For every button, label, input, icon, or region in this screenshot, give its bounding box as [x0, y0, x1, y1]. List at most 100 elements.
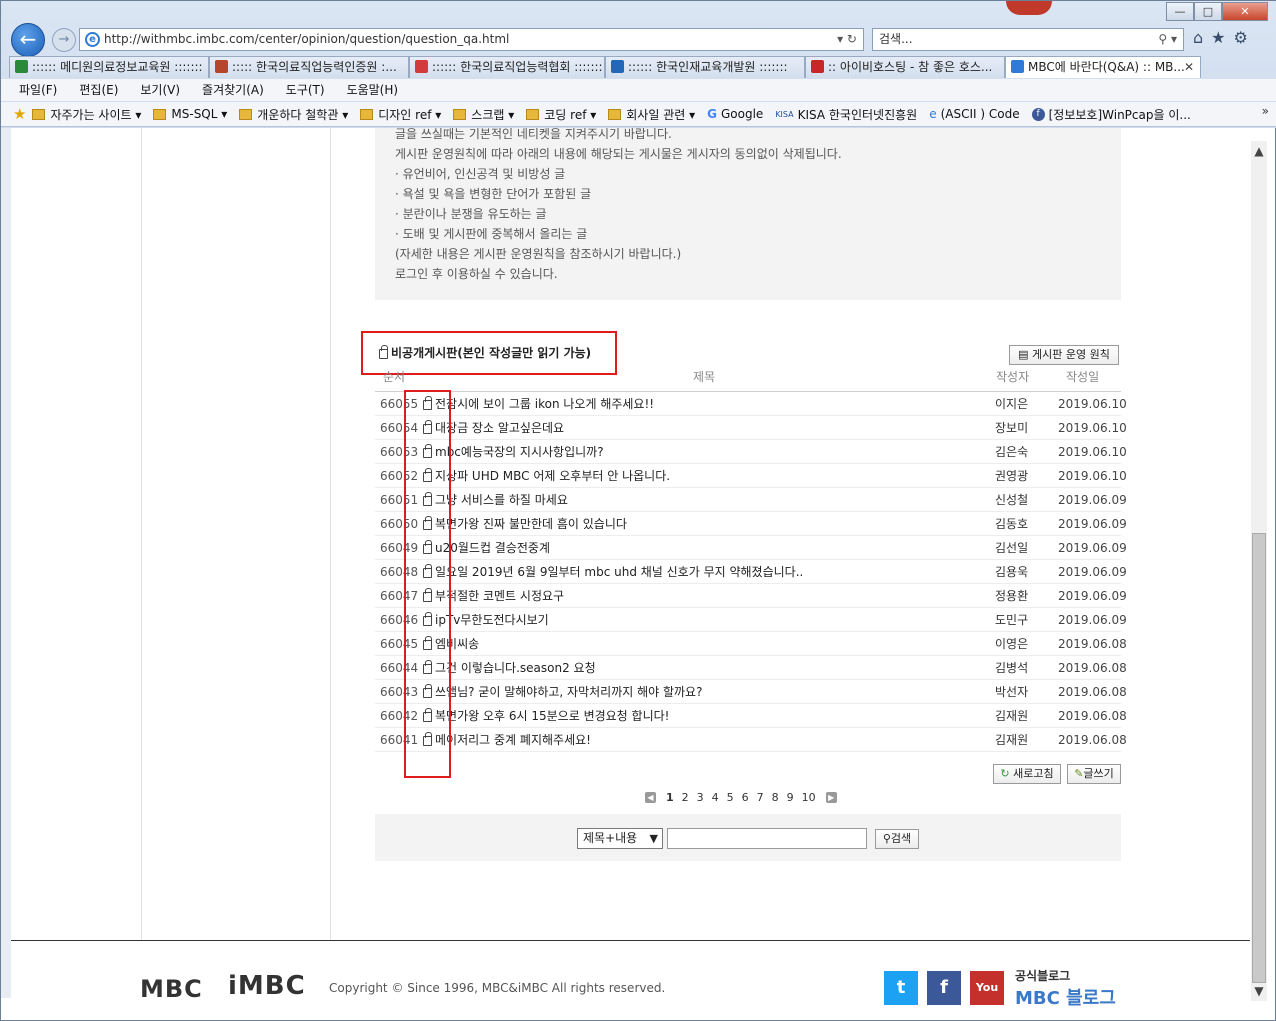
fav-item[interactable]: MS-SQL ▾ — [153, 107, 227, 121]
favorites-star-icon[interactable]: ★ — [13, 105, 26, 123]
tab-4[interactable]: :::::: 한국인재교육개발원 ::::::: — [605, 56, 805, 78]
blog-logo: MBC 블로그 — [1015, 988, 1116, 1009]
back-arrow-icon[interactable]: ← — [11, 23, 45, 57]
tab-5[interactable]: :: 아이비호스팅 - 참 좋은 호스... — [805, 56, 1005, 78]
menu-favorites[interactable]: 즐겨찾기(A) — [202, 79, 264, 101]
fav-item-kisa[interactable]: KISA KISA 한국인터넷진흥원 — [775, 106, 917, 123]
page-4[interactable]: 4 — [712, 791, 719, 804]
post-author: 이영은 — [995, 637, 1029, 651]
menu-tools[interactable]: 도구(T) — [286, 79, 325, 101]
page-viewport: 글을 쓰실때는 기본적인 네티켓을 지켜주시기 바랍니다. 게시판 운영원칙에 … — [11, 128, 1250, 941]
scroll-down-icon[interactable]: ▼ — [1251, 981, 1267, 1001]
favorites-bar: ★ 자주가는 사이트 ▾ MS-SQL ▾ 개운하다 철학관 ▾ 디자인 ref… — [1, 102, 1276, 127]
tab-3[interactable]: :::::: 한국의료직업능력협회 ::::::: — [409, 56, 605, 78]
google-icon: G — [707, 107, 717, 121]
fav-item[interactable]: 개운하다 철학관 ▾ — [239, 106, 348, 123]
search-type-select[interactable]: 제목+내용 ▼ — [577, 828, 663, 849]
refresh-icon[interactable]: ▾ ↻ — [837, 29, 857, 50]
tab-close-icon[interactable]: ✕ — [1184, 57, 1194, 77]
post-author: 정용환 — [995, 589, 1029, 603]
fav-item-winpcap[interactable]: f [정보보호]WinPcap을 이... — [1031, 106, 1191, 123]
search-icon[interactable]: ⚲ ▾ — [1158, 29, 1177, 50]
tab-label: :::::: 한국의료직업능력협회 ::::::: — [432, 60, 603, 74]
post-title-link[interactable]: 쓰앰님? 굳이 말해야하고, 자막처리까지 해야 할까요? — [423, 680, 702, 704]
page-1[interactable]: 1 — [666, 791, 674, 804]
close-icon[interactable]: ✕ — [1222, 2, 1268, 21]
post-title-link[interactable]: 일요일 2019년 6월 9일부터 mbc uhd 채널 신호가 무지 약해졌습… — [423, 560, 803, 584]
page-2[interactable]: 2 — [682, 791, 689, 804]
maximize-icon[interactable]: □ — [1194, 2, 1222, 21]
post-author: 김선일 — [995, 541, 1029, 555]
menu-view[interactable]: 보기(V) — [140, 79, 180, 101]
page-7[interactable]: 7 — [757, 791, 764, 804]
imbc-logo[interactable]: iMBC — [228, 971, 306, 1001]
post-title: ipTv무한도전다시보기 — [435, 613, 549, 627]
post-title-link[interactable]: 전참시에 보이 그룹 ikon 나오게 해주세요!! — [423, 392, 654, 416]
column-divider — [141, 128, 142, 941]
mbc-blog-link[interactable]: 공식블로그 MBC 블로그 — [1015, 967, 1116, 1010]
post-author: 김동호 — [995, 517, 1029, 531]
next-page-icon[interactable]: ▶ — [825, 791, 837, 803]
refresh-button[interactable]: ↻ 새로고침 — [993, 764, 1061, 784]
op-rules-label: 게시판 운영 원칙 — [1032, 348, 1110, 361]
write-button[interactable]: ✎글쓰기 — [1067, 764, 1121, 784]
fav-item[interactable]: 회사일 관련 ▾ — [608, 106, 695, 123]
search-input[interactable] — [667, 828, 867, 849]
post-date: 2019.06.09 — [1058, 541, 1127, 555]
table-row: 66050 복면가왕 진짜 불만한데 흠이 있습니다 김동호 2019.06.09 — [375, 512, 1127, 536]
page-6[interactable]: 6 — [742, 791, 749, 804]
browser-chrome: — □ ✕ ← → e http://withmbc.imbc.com/cent… — [1, 1, 1276, 128]
scroll-thumb[interactable] — [1252, 533, 1266, 983]
tab-label: :::::: 메디원의료정보교육원 ::::::: — [32, 60, 203, 74]
fav-item[interactable]: 디자인 ref ▾ — [360, 106, 441, 123]
fav-item[interactable]: 코딩 ref ▾ — [526, 106, 596, 123]
youtube-icon[interactable]: You — [970, 971, 1004, 1005]
table-row: 66048 일요일 2019년 6월 9일부터 mbc uhd 채널 신호가 무지… — [375, 560, 1127, 584]
page-3[interactable]: 3 — [697, 791, 704, 804]
star-icon[interactable]: ★ — [1211, 28, 1233, 47]
facebook-icon[interactable]: f — [927, 971, 961, 1005]
search-button[interactable]: ⚲검색 — [875, 829, 919, 849]
board-rules-box: 글을 쓰실때는 기본적인 네티켓을 지켜주시기 바랍니다. 게시판 운영원칙에 … — [375, 128, 1121, 300]
page-5[interactable]: 5 — [727, 791, 734, 804]
address-bar[interactable]: e http://withmbc.imbc.com/center/opinion… — [79, 28, 864, 51]
twitter-icon[interactable]: t — [884, 971, 918, 1005]
browser-search-box[interactable]: 검색... ⚲ ▾ — [872, 28, 1184, 51]
board-title-text: 비공개게시판(본인 작성글만 읽기 가능) — [391, 346, 592, 360]
fav-item-google[interactable]: G Google — [707, 107, 763, 121]
fav-item-ascii[interactable]: e (ASCII ) Code — [929, 107, 1019, 121]
fav-item[interactable]: 자주가는 사이트 ▾ — [32, 106, 141, 123]
fav-item[interactable]: 스크랩 ▾ — [453, 106, 514, 123]
post-date: 2019.06.08 — [1058, 709, 1127, 723]
gear-icon[interactable]: ⚙ — [1234, 28, 1256, 47]
minimize-icon[interactable]: — — [1166, 2, 1194, 21]
rule-line: · 유언비어, 인신공격 및 비방성 글 — [395, 167, 566, 181]
post-title-link[interactable]: 복면가왕 진짜 불만한데 흠이 있습니다 — [423, 512, 627, 536]
tab-2[interactable]: ::::: 한국의료직업능력인증원 :... — [209, 56, 409, 78]
page-10[interactable]: 10 — [802, 791, 816, 804]
scroll-up-icon[interactable]: ▲ — [1251, 141, 1267, 161]
page-9[interactable]: 9 — [787, 791, 794, 804]
post-title-link[interactable]: 지상파 UHD MBC 어제 오후부터 안 나옵니다. — [423, 464, 670, 488]
home-icon[interactable]: ⌂ — [1193, 28, 1211, 47]
tab-1[interactable]: :::::: 메디원의료정보교육원 ::::::: — [9, 56, 209, 78]
board-search: 제목+내용 ▼ ⚲검색 — [375, 814, 1121, 861]
tab-favicon — [611, 60, 624, 73]
op-rules-button[interactable]: ▤ 게시판 운영 원칙 — [1009, 345, 1119, 365]
menu-help[interactable]: 도움말(H) — [347, 79, 399, 101]
prev-page-icon[interactable]: ◀ — [645, 791, 656, 803]
page-8[interactable]: 8 — [772, 791, 779, 804]
ie-page-icon: e — [929, 107, 937, 121]
menu-file[interactable]: 파일(F) — [19, 79, 57, 101]
chevron-right-icon[interactable]: » — [1262, 104, 1269, 118]
menu-edit[interactable]: 편집(E) — [79, 79, 118, 101]
fav-label: [정보보호]WinPcap을 이... — [1048, 107, 1191, 122]
post-title-link[interactable]: 복면가왕 오후 6시 15분으로 변경요청 합니다! — [423, 704, 669, 728]
forward-arrow-icon[interactable]: → — [52, 28, 76, 52]
mbc-logo[interactable]: MBC — [140, 975, 203, 1003]
tab-6-active[interactable]: MBC에 바란다(Q&A) :: MB... ✕ — [1005, 56, 1201, 78]
post-date: 2019.06.10 — [1058, 445, 1127, 459]
fav-label: 개운하다 철학관 ▾ — [257, 107, 349, 122]
vertical-scrollbar[interactable]: ▲ ▼ — [1251, 141, 1267, 1001]
post-date: 2019.06.08 — [1058, 637, 1127, 651]
